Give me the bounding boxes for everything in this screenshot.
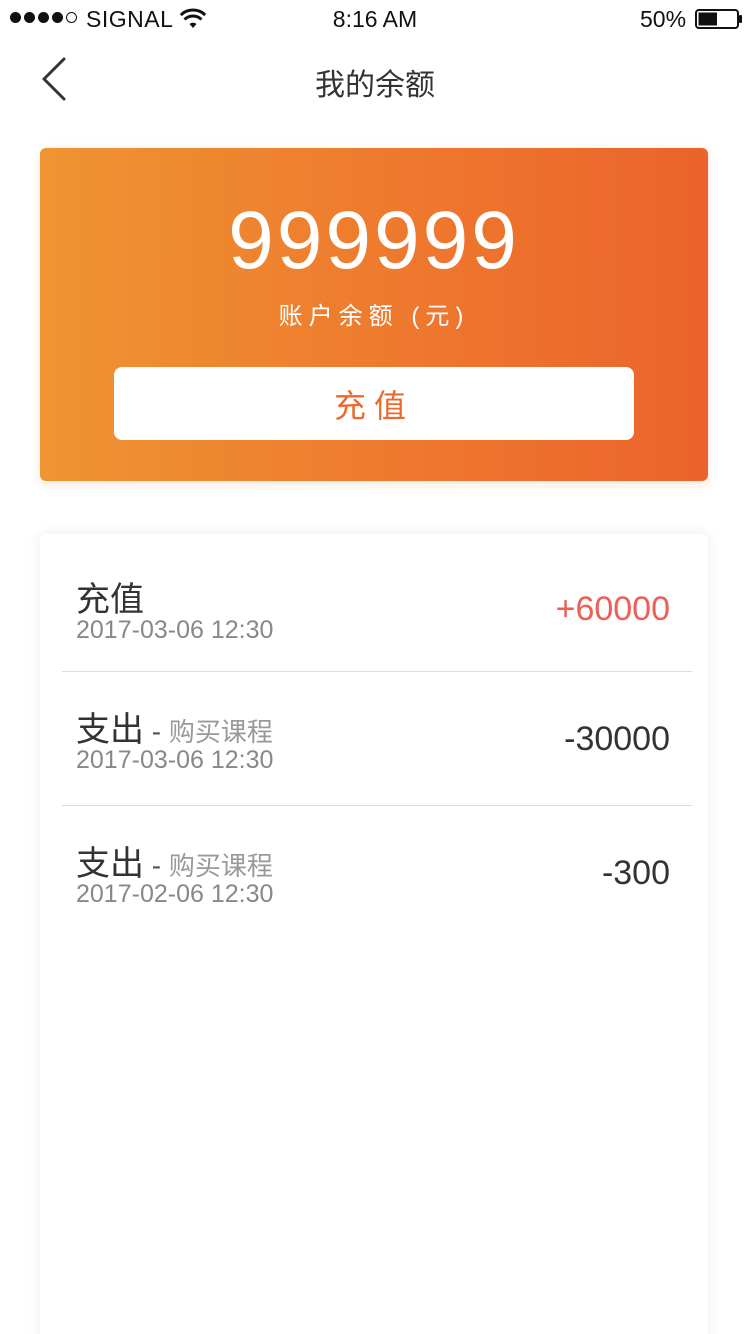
battery-icon (695, 9, 742, 29)
transaction-separator: - (144, 716, 169, 747)
transaction-type: 充值 (76, 581, 144, 619)
transaction-amount: -30000 (564, 720, 670, 758)
transaction-title: 支出 - 购买课程 (76, 702, 273, 751)
page-title: 我的余额 (315, 69, 435, 102)
balance-card: 999999 账户余额 (元) 充值 (40, 148, 708, 481)
transaction-subtitle: 购买课程 (168, 851, 273, 881)
balance-page: SIGNAL 8:16 AM 50% 我的余额 999999 账户余额 (元) … (0, 0, 750, 1334)
transaction-amount: +60000 (555, 590, 670, 628)
transaction-amount: -300 (601, 854, 670, 892)
transaction-date: 2017-03-06 12:30 (76, 616, 274, 644)
balance-amount: 999999 (228, 195, 520, 286)
transaction-date: 2017-02-06 12:30 (76, 880, 274, 908)
transaction-separator: - (144, 850, 169, 881)
transaction-type: 支出 (76, 845, 144, 883)
status-time: 8:16 AM (332, 6, 418, 32)
transaction-date: 2017-03-06 12:30 (76, 746, 274, 774)
transaction-title: 充值 (76, 572, 144, 621)
transaction-type: 支出 (76, 711, 144, 749)
transaction-row[interactable]: 充值 2017-03-06 12:30 +60000 (40, 534, 708, 668)
nav-bar: 我的余额 (0, 40, 750, 120)
balance-label: 账户余额 (元) (278, 303, 470, 330)
transaction-row[interactable]: 支出 - 购买课程 2017-02-06 12:30 -300 (40, 798, 708, 932)
recharge-button[interactable]: 充值 (114, 367, 634, 440)
battery-percent: 50% (640, 6, 687, 32)
transaction-list: 充值 2017-03-06 12:30 +60000 支出 - 购买课程 201… (40, 534, 708, 1334)
transaction-title: 支出 - 购买课程 (76, 836, 273, 885)
transaction-subtitle: 购买课程 (168, 717, 273, 747)
status-bar: SIGNAL 8:16 AM 50% (0, 0, 750, 40)
transaction-row[interactable]: 支出 - 购买课程 2017-03-06 12:30 -30000 (40, 664, 708, 798)
